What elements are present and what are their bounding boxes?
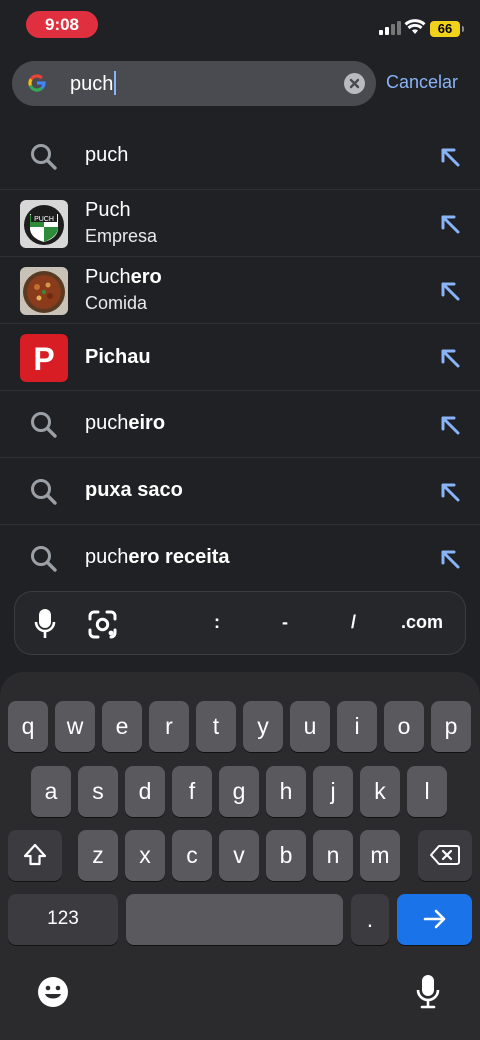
- key-f[interactable]: f: [172, 766, 212, 817]
- puchero-dish-thumbnail: [20, 267, 68, 315]
- key-s[interactable]: s: [78, 766, 118, 817]
- suggestion-label: puch: [85, 144, 129, 166]
- key-k[interactable]: k: [360, 766, 400, 817]
- status-bar: 9:08 66: [0, 0, 480, 50]
- key-e[interactable]: e: [102, 701, 142, 752]
- emoji-icon[interactable]: [37, 976, 69, 1008]
- battery-indicator: 66: [430, 21, 464, 37]
- key-n[interactable]: n: [313, 830, 353, 881]
- suggestion-subtitle: Comida: [85, 293, 148, 313]
- puch-logo-thumbnail: PUCH: [20, 200, 68, 248]
- cancel-button[interactable]: Cancelar: [386, 72, 458, 93]
- fill-query-arrow-icon[interactable]: [438, 346, 462, 370]
- space-key[interactable]: [126, 894, 343, 945]
- key-m[interactable]: m: [360, 830, 400, 881]
- suggestion-item[interactable]: puxa saco: [0, 458, 480, 525]
- period-key[interactable]: .: [351, 894, 389, 945]
- text-cursor: [114, 71, 117, 95]
- search-icon: [31, 144, 57, 170]
- search-input-text: puch: [70, 73, 114, 95]
- key-h[interactable]: h: [266, 766, 306, 817]
- arrow-right-icon: [423, 909, 445, 929]
- wifi-icon: [404, 19, 426, 34]
- suggestion-label: puchero receita: [85, 546, 230, 568]
- key-r[interactable]: r: [149, 701, 189, 752]
- microphone-icon[interactable]: [34, 608, 56, 640]
- search-icon: [31, 412, 57, 438]
- key-p[interactable]: p: [431, 701, 471, 752]
- keyboard-accessory-bar: : - / .com: [14, 591, 466, 655]
- keyboard: q w e r t y u i o p a s d f g h j k l z …: [0, 672, 480, 1040]
- svg-text:PUCH: PUCH: [34, 216, 54, 223]
- search-icon: [31, 479, 57, 505]
- key-b[interactable]: b: [266, 830, 306, 881]
- google-lens-icon[interactable]: [88, 610, 117, 639]
- go-key[interactable]: [397, 894, 472, 945]
- fill-query-arrow-icon[interactable]: [438, 212, 462, 236]
- key-o[interactable]: o: [384, 701, 424, 752]
- suggestion-item[interactable]: Puchero Comida: [0, 257, 480, 324]
- fill-query-arrow-icon[interactable]: [438, 279, 462, 303]
- fill-query-arrow-icon[interactable]: [438, 480, 462, 504]
- dotcom-key[interactable]: .com: [401, 612, 443, 633]
- key-l[interactable]: l: [407, 766, 447, 817]
- search-bar[interactable]: puch: [12, 61, 376, 106]
- key-v[interactable]: v: [219, 830, 259, 881]
- key-i[interactable]: i: [337, 701, 377, 752]
- key-a[interactable]: a: [31, 766, 71, 817]
- suggestions-list: puch PUCH Puch Empresa Puchero Comida P …: [0, 123, 480, 592]
- numbers-key[interactable]: 123: [8, 894, 118, 945]
- suggestion-title: Puchero: [85, 266, 162, 288]
- cellular-signal-icon: [379, 21, 401, 35]
- close-icon: [349, 78, 360, 89]
- colon-key[interactable]: :: [214, 612, 220, 633]
- key-q[interactable]: q: [8, 701, 48, 752]
- shift-key[interactable]: [8, 830, 62, 881]
- key-c[interactable]: c: [172, 830, 212, 881]
- search-input[interactable]: puch: [70, 71, 340, 97]
- dictation-microphone-icon[interactable]: [415, 974, 441, 1010]
- dash-key[interactable]: -: [282, 612, 288, 633]
- key-x[interactable]: x: [125, 830, 165, 881]
- suggestion-title: Puch: [85, 199, 131, 221]
- fill-query-arrow-icon[interactable]: [438, 413, 462, 437]
- screen: 9:08 66 puch Cancelar puch PUCH Puch Emp…: [0, 0, 480, 1040]
- google-logo-icon: [28, 74, 46, 92]
- key-g[interactable]: g: [219, 766, 259, 817]
- clear-search-button[interactable]: [344, 73, 365, 94]
- suggestion-label: puxa saco: [85, 479, 183, 501]
- pichau-logo-thumbnail: P: [20, 334, 68, 382]
- suggestion-subtitle: Empresa: [85, 226, 158, 246]
- suggestion-item[interactable]: puchero receita: [0, 525, 480, 592]
- suggestion-item[interactable]: P Pichau: [0, 324, 480, 391]
- backspace-icon: [430, 845, 460, 865]
- suggestion-title: Pichau: [85, 346, 151, 368]
- shift-icon: [23, 843, 47, 866]
- key-d[interactable]: d: [125, 766, 165, 817]
- key-t[interactable]: t: [196, 701, 236, 752]
- suggestion-item[interactable]: pucheiro: [0, 391, 480, 458]
- key-z[interactable]: z: [78, 830, 118, 881]
- suggestion-item[interactable]: puch: [0, 123, 480, 190]
- key-y[interactable]: y: [243, 701, 283, 752]
- slash-key[interactable]: /: [351, 612, 356, 633]
- svg-text:P: P: [33, 341, 54, 377]
- status-time[interactable]: 9:08: [26, 11, 98, 38]
- backspace-key[interactable]: [418, 830, 472, 881]
- search-icon: [31, 546, 57, 572]
- suggestion-label: pucheiro: [85, 412, 166, 434]
- suggestion-item[interactable]: PUCH Puch Empresa: [0, 190, 480, 257]
- fill-query-arrow-icon[interactable]: [438, 145, 462, 169]
- key-w[interactable]: w: [55, 701, 95, 752]
- key-j[interactable]: j: [313, 766, 353, 817]
- key-u[interactable]: u: [290, 701, 330, 752]
- fill-query-arrow-icon[interactable]: [438, 547, 462, 571]
